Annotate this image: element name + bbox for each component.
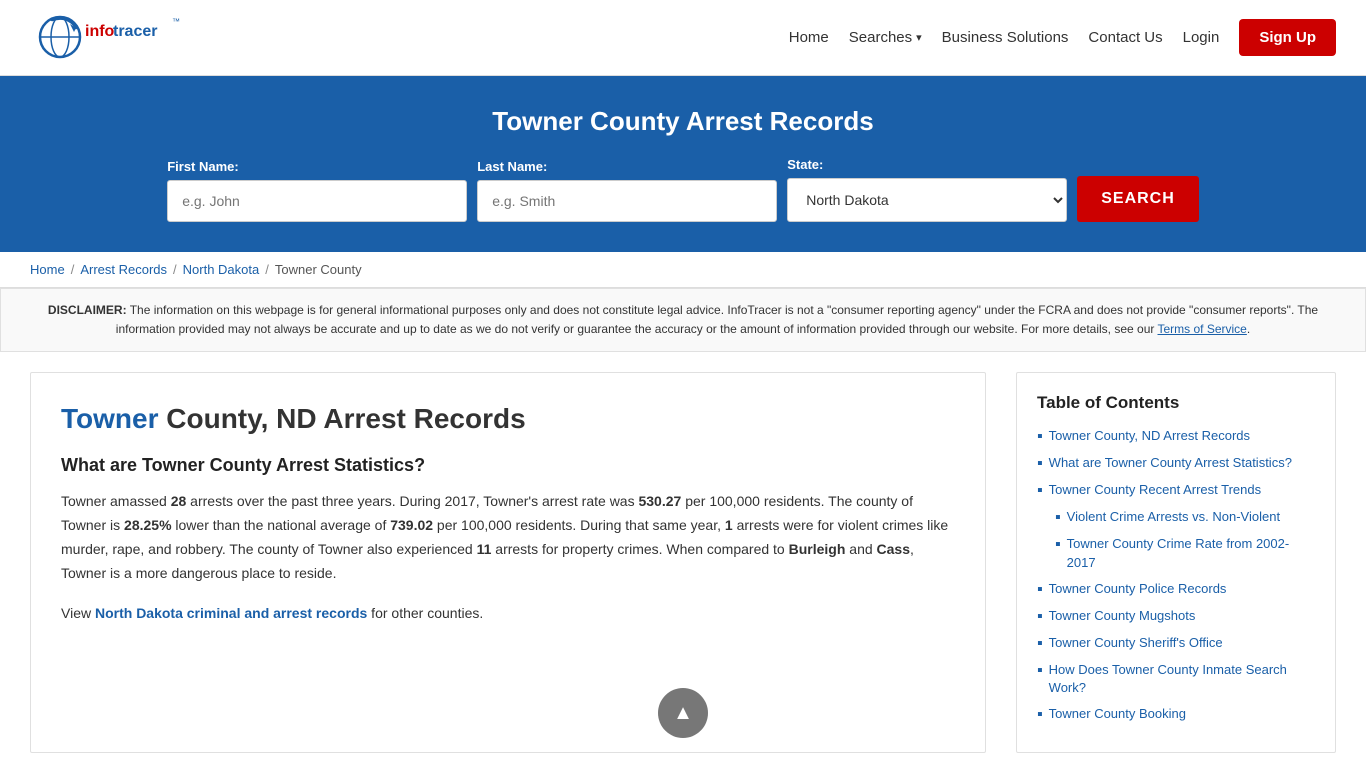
breadcrumb: Home / Arrest Records / North Dakota / T… [0,252,1366,288]
svg-text:info: info [85,23,115,40]
first-name-label: First Name: [167,159,239,174]
breadcrumb-towner-county: Towner County [275,262,362,277]
hero-section: Towner County Arrest Records First Name:… [0,76,1366,252]
toc-item-link[interactable]: What are Towner County Arrest Statistics… [1049,454,1292,472]
toc-list: Towner County, ND Arrest Records What are… [1037,427,1315,724]
article-title-rest: County, ND Arrest Records [158,403,525,434]
chevron-down-icon: ▾ [916,31,922,44]
disclaimer-block: DISCLAIMER: The information on this webp… [0,288,1366,352]
toc-list-item: What are Towner County Arrest Statistics… [1037,454,1315,473]
toc-item-link[interactable]: Towner County Sheriff's Office [1049,634,1223,652]
first-name-group: First Name: [167,159,467,222]
toc-item-link[interactable]: Violent Crime Arrests vs. Non-Violent [1067,508,1280,526]
toc-item-link[interactable]: Towner County Booking [1049,705,1186,723]
svg-text:™: ™ [172,17,180,26]
breadcrumb-sep3: / [265,262,269,277]
last-name-label: Last Name: [477,159,547,174]
toc-item-link[interactable]: Towner County Mugshots [1049,607,1196,625]
toc-list-item: Towner County Mugshots [1037,607,1315,626]
toc-list-item: Towner County, ND Arrest Records [1037,427,1315,446]
toc-item-link[interactable]: Towner County Crime Rate from 2002-2017 [1067,535,1315,571]
section1-heading: What are Towner County Arrest Statistics… [61,455,955,476]
sidebar: Table of Contents Towner County, ND Arre… [1016,372,1336,753]
toc-list-item: Violent Crime Arrests vs. Non-Violent [1037,508,1315,527]
article-title-highlight: Towner [61,403,158,434]
signup-button[interactable]: Sign Up [1239,19,1336,56]
breadcrumb-arrest-records[interactable]: Arrest Records [80,262,167,277]
section1-paragraph2: View North Dakota criminal and arrest re… [61,602,955,626]
breadcrumb-sep2: / [173,262,177,277]
toc-item-link[interactable]: How Does Towner County Inmate Search Wor… [1049,661,1315,697]
disclaimer-text: The information on this webpage is for g… [116,303,1318,336]
table-of-contents: Table of Contents Towner County, ND Arre… [1016,372,1336,753]
nav-contact-us[interactable]: Contact Us [1088,29,1162,46]
toc-item-link[interactable]: Towner County, ND Arrest Records [1049,427,1250,445]
toc-list-item: Towner County Police Records [1037,580,1315,599]
terms-of-service-link[interactable]: Terms of Service [1158,322,1247,336]
article-title: Towner County, ND Arrest Records [61,403,955,435]
hero-title: Towner County Arrest Records [40,106,1326,137]
breadcrumb-sep1: / [71,262,75,277]
logo-area: info tracer ™ [30,10,190,65]
nav-home[interactable]: Home [789,29,829,46]
toc-list-item: How Does Towner County Inmate Search Wor… [1037,661,1315,697]
logo-svg: info tracer ™ [30,10,190,65]
toc-list-item: Towner County Booking [1037,705,1315,724]
state-select[interactable]: Alabama Alaska Arizona Arkansas Californ… [787,178,1067,222]
section1-paragraph1: Towner amassed 28 arrests over the past … [61,490,955,585]
svg-text:tracer: tracer [113,23,157,40]
site-header: info tracer ™ Home Searches ▾ Business S… [0,0,1366,76]
nav-login[interactable]: Login [1183,29,1220,46]
nav-business-solutions[interactable]: Business Solutions [942,29,1069,46]
nav-searches[interactable]: Searches ▾ [849,29,922,46]
disclaimer-label: DISCLAIMER: [48,303,127,317]
article-section: Towner County, ND Arrest Records What ar… [30,372,986,753]
state-label: State: [787,157,823,172]
toc-heading: Table of Contents [1037,393,1315,413]
breadcrumb-north-dakota[interactable]: North Dakota [183,262,260,277]
first-name-input[interactable] [167,180,467,222]
search-button[interactable]: SEARCH [1077,176,1199,222]
nd-records-link[interactable]: North Dakota criminal and arrest records [95,605,367,621]
back-to-top-button[interactable]: ▲ [658,688,708,738]
last-name-group: Last Name: [477,159,777,222]
toc-list-item: Towner County Sheriff's Office [1037,634,1315,653]
breadcrumb-home[interactable]: Home [30,262,65,277]
search-form: First Name: Last Name: State: Alabama Al… [40,157,1326,222]
last-name-input[interactable] [477,180,777,222]
toc-list-item: Towner County Recent Arrest Trends [1037,481,1315,500]
toc-item-link[interactable]: Towner County Police Records [1049,580,1227,598]
toc-list-item: Towner County Crime Rate from 2002-2017 [1037,535,1315,571]
main-nav: Home Searches ▾ Business Solutions Conta… [789,19,1336,56]
toc-item-link[interactable]: Towner County Recent Arrest Trends [1049,481,1261,499]
state-group: State: Alabama Alaska Arizona Arkansas C… [787,157,1067,222]
